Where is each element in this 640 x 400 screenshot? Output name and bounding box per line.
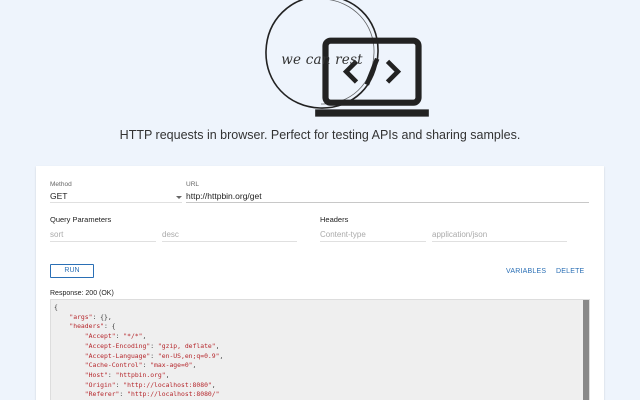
- query-key-underline: [50, 241, 156, 242]
- response-line: "Referer": "http://localhost:8080/": [84, 390, 220, 399]
- header-value-underline: [432, 241, 567, 242]
- response-line: "Accept-Language": "en-US,en;q=0.9",: [84, 351, 224, 360]
- response-status: Response: 200 (OK): [50, 290, 114, 297]
- url-input[interactable]: http://httpbin.org/get: [186, 188, 589, 203]
- header-value-input[interactable]: application/json: [432, 229, 567, 243]
- query-value-input[interactable]: desc: [162, 229, 297, 243]
- method-value: GET: [50, 191, 68, 201]
- query-key-placeholder: sort: [50, 230, 64, 239]
- response-line: "Accept-Encoding": "gzip, deflate",: [84, 341, 220, 350]
- response-line: "headers": {: [69, 322, 116, 331]
- chevron-down-icon: [176, 196, 182, 199]
- query-parameters-title: Query Parameters: [50, 215, 112, 224]
- response-line: "Origin": "http://localhost:8080",: [84, 380, 216, 389]
- query-value-placeholder: desc: [162, 230, 179, 239]
- url-label: URL: [186, 181, 200, 188]
- headers-title: Headers: [320, 215, 349, 224]
- header-value-placeholder: application/json: [432, 230, 488, 239]
- response-line: "args": {},: [69, 312, 112, 321]
- response-body[interactable]: { "args": {}, "headers": { "Accept": "*/…: [50, 299, 590, 400]
- method-label: Method: [50, 181, 72, 188]
- logo-text: we can rest: [281, 52, 363, 68]
- response-line: "Host": "httpbin.org",: [84, 370, 170, 379]
- query-value-underline: [162, 241, 297, 242]
- header-key-placeholder: Content-type: [320, 230, 366, 239]
- header-key-input[interactable]: Content-type: [320, 229, 426, 243]
- header-key-underline: [320, 241, 426, 242]
- app-logo: we can rest: [260, 0, 429, 117]
- response-scrollbar[interactable]: [583, 300, 589, 400]
- method-select[interactable]: GET: [50, 188, 182, 203]
- run-button[interactable]: RUN: [50, 264, 94, 278]
- request-card: Method GET URL http://httpbin.org/get Qu…: [36, 166, 604, 400]
- variables-button[interactable]: VARIABLES: [506, 268, 546, 275]
- url-value: http://httpbin.org/get: [186, 191, 262, 201]
- url-underline: [186, 202, 589, 203]
- response-line: "Cache-Control": "max-age=0",: [84, 361, 197, 370]
- delete-button[interactable]: DELETE: [556, 268, 584, 275]
- response-line: "Accept": "*/*",: [84, 332, 147, 341]
- method-underline: [50, 202, 182, 203]
- response-line: {: [54, 303, 58, 311]
- query-key-input[interactable]: sort: [50, 229, 156, 243]
- laptop-code-icon: [315, 37, 429, 117]
- response-json: { "args": {}, "headers": { "Accept": "*/…: [54, 303, 223, 400]
- tagline: HTTP requests in browser. Perfect for te…: [119, 128, 521, 142]
